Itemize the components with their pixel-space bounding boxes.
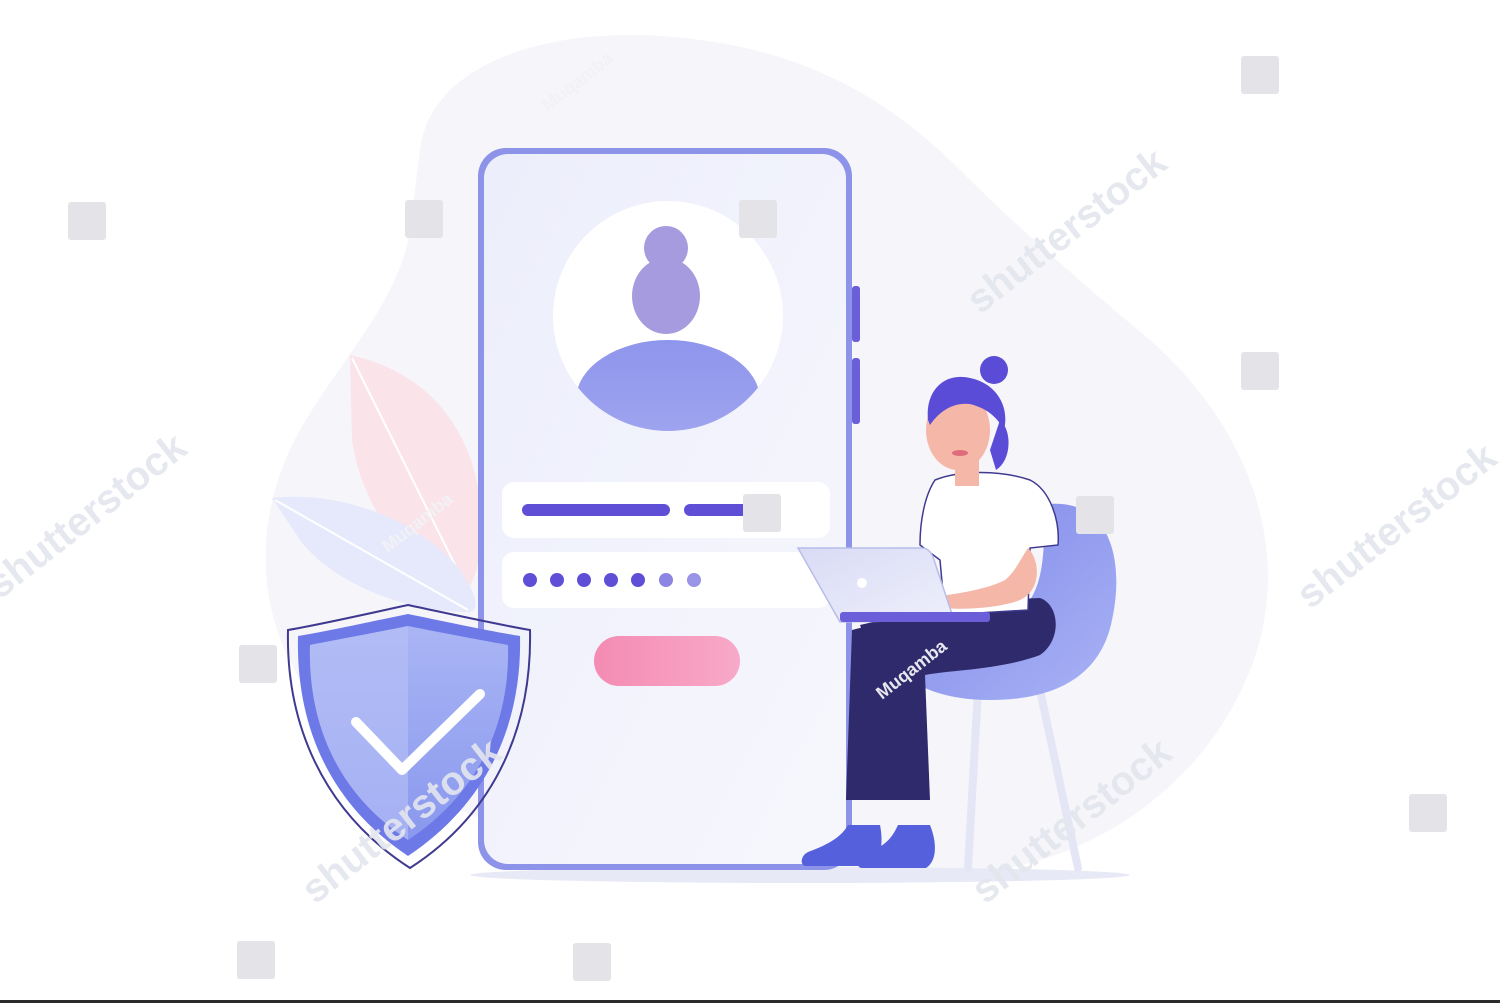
phone <box>478 148 860 870</box>
phone-side-button <box>852 286 860 342</box>
watermark-logo-icon <box>1076 496 1114 534</box>
watermark-text: shutterstock <box>1288 434 1500 617</box>
watermark-logo-icon <box>239 645 277 683</box>
watermark-logo-icon <box>743 494 781 532</box>
login-button[interactable] <box>594 636 740 686</box>
password-field[interactable] <box>502 552 830 608</box>
watermark-logo-icon <box>1409 794 1447 832</box>
watermark-logo-icon <box>573 943 611 981</box>
watermark-logo-icon <box>237 941 275 979</box>
watermark-logo-icon <box>68 202 106 240</box>
watermark-logo-icon <box>1241 352 1279 390</box>
watermark-text: shutterstock <box>0 424 195 607</box>
watermark-logo-icon <box>739 200 777 238</box>
illustration-canvas: shutterstock shutterstock shutterstock s… <box>0 0 1500 1003</box>
phone-side-button <box>852 358 860 424</box>
watermark-logo-icon <box>1241 56 1279 94</box>
watermark-logo-icon <box>405 200 443 238</box>
login-illustration: shutterstock shutterstock shutterstock s… <box>0 34 1500 981</box>
